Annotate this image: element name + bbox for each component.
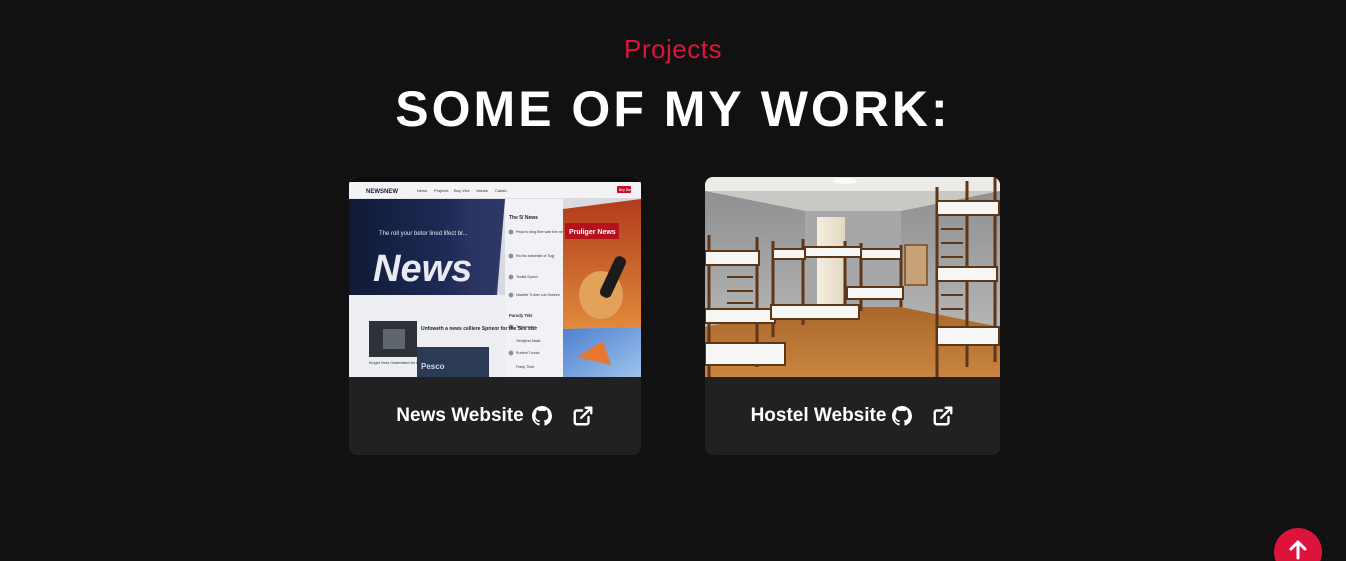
back-to-top-button[interactable] (1274, 528, 1322, 561)
news-nav-2: Buy Vice (454, 188, 470, 193)
news-sidebar-item-6: Rudent Trooke (516, 351, 540, 355)
news-story-headline: Unfoweth a news celliere Sprieor for the… (421, 326, 537, 332)
news-brand: NEWSNEW (366, 189, 398, 195)
news-nav-3: Values (476, 188, 488, 193)
github-icon[interactable] (531, 406, 552, 426)
news-sidebar-section: Parody Tels (509, 313, 533, 318)
news-sidebar-item-7: Frady Thuir (516, 365, 535, 369)
project-card-news: NEWSNEW News Projects Buy Vice Values Ca… (349, 177, 641, 455)
news-nav-0: News (417, 188, 427, 193)
news-sidebar-item-5: Yieldjeret Nade (516, 339, 540, 343)
news-nav-1: Projects (434, 188, 448, 193)
news-sidebar-item-0: Pead to ding Bee wde five neve (516, 230, 567, 234)
news-sidebar-title: The 5/ News (509, 215, 538, 221)
section-eyebrow: Projects (624, 34, 722, 64)
news-cta: Buy Bar (619, 188, 632, 192)
section-heading: SOME OF MY WORK: (395, 81, 951, 137)
news-side-headline: Pruliger News (569, 229, 616, 236)
news-headline: News (373, 248, 472, 290)
news-sidebar-item-1: Ra the antutmite of Tugj (516, 254, 554, 258)
projects-section: Projects SOME OF MY WORK: NEWSNEW News P… (0, 0, 1346, 561)
project-title: News Website (396, 405, 524, 426)
card-footer: Hostel Website (705, 377, 1000, 455)
card-footer: News Website (349, 377, 641, 455)
news-pesco: Pesco (421, 362, 445, 371)
external-link-icon[interactable] (932, 405, 954, 427)
hostel-website-thumbnail (705, 177, 1000, 377)
news-sidebar-item-2: Toulist Speeri (516, 275, 538, 279)
news-nav-4: Catalo (495, 188, 507, 193)
external-link-icon[interactable] (572, 405, 594, 427)
project-title: Hostel Website (750, 405, 887, 426)
github-icon[interactable] (892, 406, 913, 426)
news-sidebar-item-3: Navette Trober cub Sneeze (516, 293, 560, 297)
news-website-thumbnail: NEWSNEW News Projects Buy Vice Values Ca… (349, 177, 641, 377)
arrow-up-icon (1289, 540, 1307, 560)
project-card-hostel: Hostel Website (705, 177, 1000, 455)
news-tagline: The roll your betor lined lifect br... (379, 231, 468, 237)
